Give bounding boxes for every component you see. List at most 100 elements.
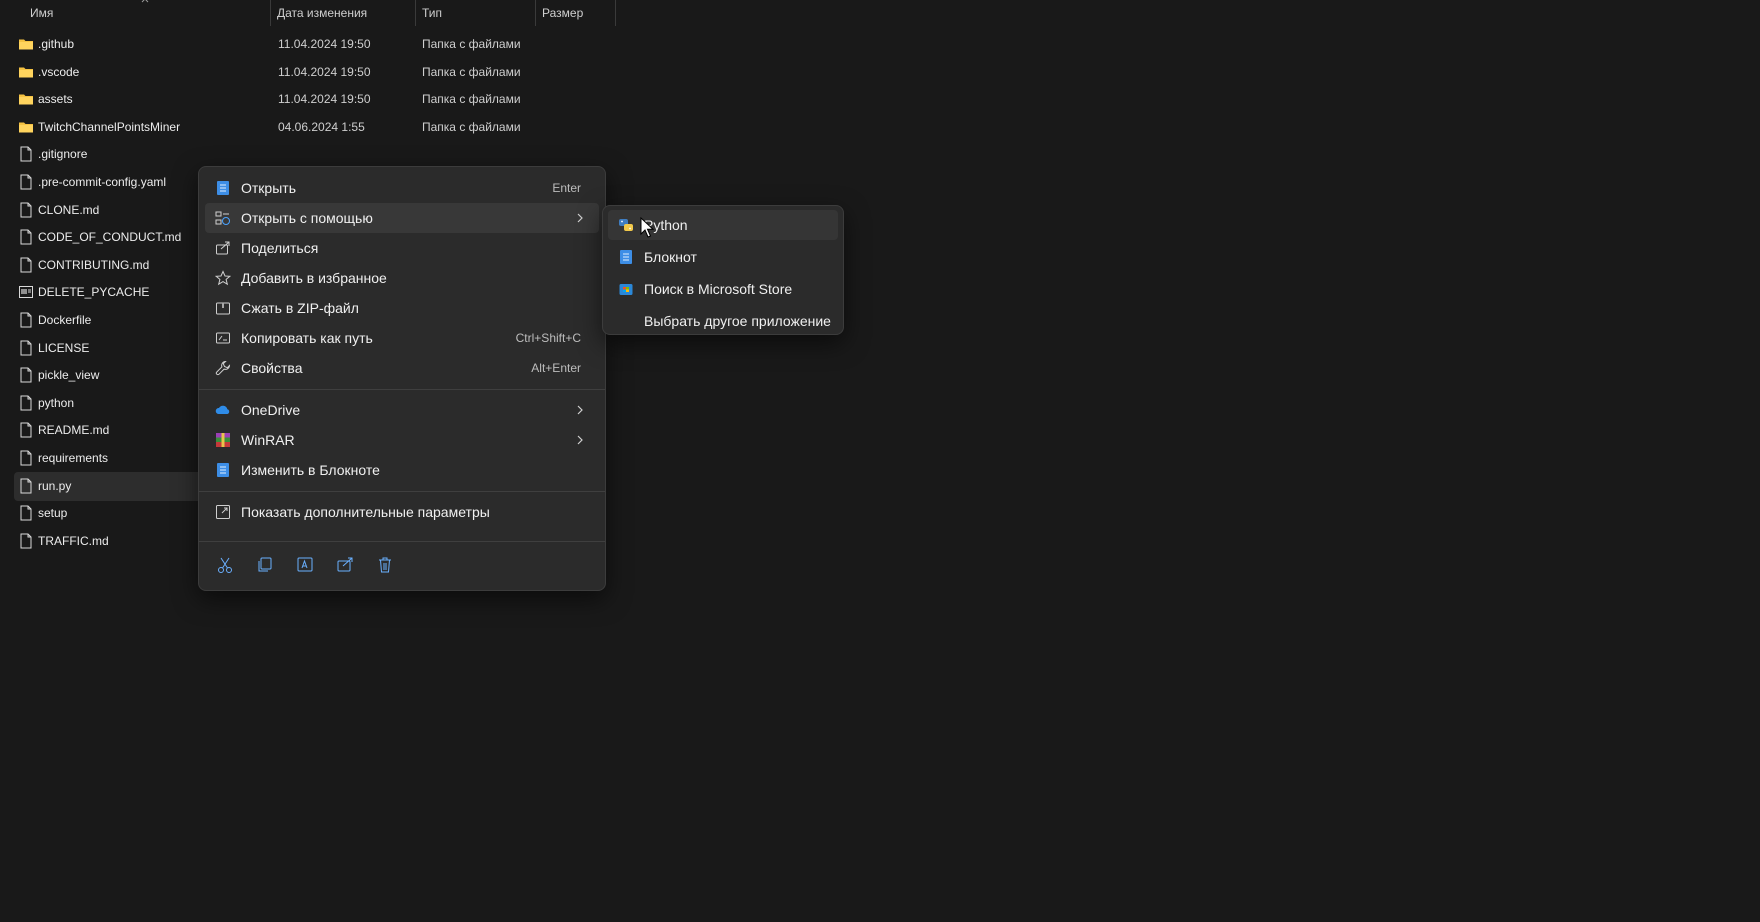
open-with-icon	[215, 211, 230, 225]
file-date: 11.04.2024 19:50	[278, 64, 371, 79]
menu-item-shortcut: Alt+Enter	[531, 361, 581, 375]
menu-item-label: Свойства	[241, 360, 303, 376]
column-name[interactable]: Имя	[24, 0, 271, 26]
menu-item-edit-notepad[interactable]: Изменить в Блокноте	[205, 455, 599, 485]
file-icon	[18, 174, 34, 190]
file-name: README.md	[38, 423, 110, 438]
menu-item-shortcut: Ctrl+Shift+C	[515, 331, 581, 345]
star-icon	[215, 270, 231, 286]
file-name: .gitignore	[38, 147, 88, 162]
file-type: Папка с файлами	[422, 64, 521, 79]
menu-separator	[199, 541, 605, 542]
column-header: Имя Дата изменения Тип Размер	[0, 0, 620, 26]
more-options-icon	[216, 505, 230, 519]
submenu-item-notepad[interactable]: Блокнот	[608, 242, 838, 272]
file-icon	[18, 202, 34, 218]
copy-icon	[258, 557, 272, 572]
file-icon	[18, 257, 34, 273]
file-icon	[18, 395, 34, 411]
menu-item-label: OneDrive	[241, 402, 301, 418]
delete-icon	[379, 557, 391, 573]
file-date: 11.04.2024 19:50	[278, 37, 371, 51]
file-type: Папка с файлами	[422, 119, 521, 134]
zip-icon	[216, 302, 230, 315]
delete-button[interactable]	[371, 553, 399, 577]
notepad-icon	[217, 463, 229, 477]
file-name: TRAFFIC.md	[38, 533, 109, 548]
share-button[interactable]	[331, 553, 359, 577]
file-name: setup	[38, 506, 68, 521]
file-row[interactable]: TwitchChannelPointsMiner 04.06.2024 1:55 П…	[14, 113, 606, 142]
quick-actions-bar	[205, 547, 599, 583]
file-name: CONTRIBUTING.md	[38, 257, 150, 272]
menu-item-more-options[interactable]: Показать дополнительные параметры	[205, 497, 599, 527]
notepad-icon	[217, 181, 229, 195]
file-name: pickle_view	[38, 368, 100, 383]
file-icon	[18, 533, 34, 549]
submenu-item-label: Поиск в Microsoft Store	[644, 281, 793, 297]
menu-item-properties[interactable]: Свойства Alt+Enter	[205, 353, 599, 383]
menu-item-label: WinRAR	[241, 432, 295, 448]
menu-item-label: Открыть с помощью	[241, 210, 373, 226]
file-icon	[18, 146, 34, 162]
menu-item-label: Добавить в избранное	[241, 270, 387, 286]
column-type[interactable]: Тип	[416, 0, 536, 26]
folder-icon	[18, 36, 34, 52]
file-row[interactable]: .github 11.04.2024 19:50 Папка с файлами	[14, 30, 606, 59]
store-icon	[619, 284, 633, 295]
column-size[interactable]: Размер	[536, 0, 616, 26]
menu-item-favorites[interactable]: Добавить в избранное	[205, 263, 599, 293]
submenu-item-store[interactable]: Поиск в Microsoft Store	[608, 274, 838, 304]
file-date: 04.06.2024 1:55	[278, 119, 365, 134]
menu-separator	[199, 491, 605, 492]
copy-path-icon	[216, 332, 230, 344]
file-name: CLONE.md	[38, 202, 100, 217]
file-icon	[18, 367, 34, 383]
notepad-icon	[620, 250, 632, 264]
menu-item-label: Показать дополнительные параметры	[241, 504, 490, 520]
copy-button[interactable]	[251, 553, 279, 577]
menu-item-share[interactable]: Поделиться	[205, 233, 599, 263]
menu-item-label: Поделиться	[241, 240, 319, 256]
file-row[interactable]: assets 11.04.2024 19:50 Папка с файлами	[14, 85, 606, 114]
menu-item-zip[interactable]: Сжать в ZIP-файл	[205, 293, 599, 323]
menu-item-onedrive[interactable]: OneDrive	[205, 395, 599, 425]
file-name: .pre-commit-config.yaml	[38, 175, 167, 189]
menu-item-label: Сжать в ZIP-файл	[241, 300, 359, 316]
menu-item-open-with[interactable]: Открыть с помощью	[205, 203, 599, 233]
menu-item-open[interactable]: Открыть Enter	[205, 173, 599, 203]
wrench-icon	[215, 360, 231, 376]
file-name: requirements	[38, 451, 109, 465]
menu-item-label: Изменить в Блокноте	[241, 462, 380, 478]
mouse-cursor-icon	[640, 217, 654, 238]
submenu-item-label: Блокнот	[644, 249, 697, 265]
rename-button[interactable]	[291, 553, 319, 577]
file-name: .github	[38, 37, 75, 51]
file-icon	[18, 340, 34, 356]
file-name: python	[38, 395, 75, 410]
chevron-right-icon	[577, 213, 583, 223]
file-name: CODE_OF_CONDUCT.md	[38, 230, 182, 245]
python-icon	[619, 219, 633, 231]
share-icon	[216, 241, 230, 255]
file-name: LICENSE	[38, 340, 90, 355]
file-name: run.py	[38, 478, 72, 493]
file-icon	[18, 505, 34, 521]
menu-item-winrar[interactable]: WinRAR	[205, 425, 599, 455]
cut-button[interactable]	[211, 553, 239, 577]
file-row[interactable]: .vscode 11.04.2024 19:50 Папка с файлами	[14, 58, 606, 87]
chevron-right-icon	[577, 435, 583, 445]
batch-file-icon	[18, 284, 34, 300]
menu-item-copy-path[interactable]: Копировать как путь Ctrl+Shift+C	[205, 323, 599, 353]
menu-item-shortcut: Enter	[552, 181, 581, 195]
submenu-item-choose-app[interactable]: Выбрать другое приложение	[608, 306, 838, 336]
file-type: Папка с файлами	[422, 37, 521, 51]
submenu-item-label: Выбрать другое приложение	[644, 313, 831, 329]
menu-separator	[199, 389, 605, 390]
column-date[interactable]: Дата изменения	[271, 0, 416, 26]
file-explorer: Имя Дата изменения Тип Размер .github 11.…	[0, 0, 1760, 922]
share-icon	[337, 557, 353, 572]
file-icon	[18, 422, 34, 438]
chevron-right-icon	[577, 405, 583, 415]
file-name: .vscode	[38, 64, 80, 79]
